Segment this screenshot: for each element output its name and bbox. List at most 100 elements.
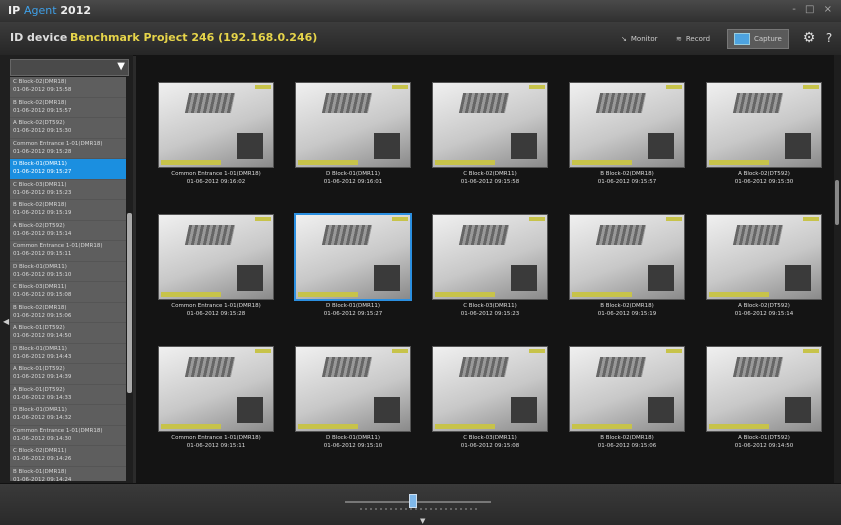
capture-image-shelf (237, 397, 263, 423)
capture-image[interactable] (295, 214, 411, 300)
capture-image[interactable] (569, 346, 685, 432)
capture-time: 01-06-2012 09:14:50 (734, 443, 794, 449)
capture-button[interactable]: Capture (727, 29, 789, 49)
list-item[interactable]: Common Entrance 1-01(DMR18) 01-06-2012 09… (10, 241, 126, 262)
list-item-time: 01-06-2012 09:15:11 (13, 251, 72, 257)
capture-image-lamp (458, 357, 510, 377)
list-item[interactable]: C Block-02(DMR11) 01-06-2012 09:14:26 (10, 446, 126, 467)
capture-caption: Common Entrance 1-01(DMR18) 01-06-2012 09… (158, 170, 274, 186)
capture-image-tag2 (529, 349, 545, 353)
capture-image[interactable] (432, 82, 548, 168)
list-item-name: C Block-03(DMR11) (13, 284, 67, 290)
capture-image[interactable] (432, 214, 548, 300)
grid-scrollbar[interactable] (834, 55, 841, 483)
capture-image[interactable] (295, 346, 411, 432)
list-item[interactable]: D Block-01(DMR11) 01-06-2012 09:14:32 (10, 405, 126, 426)
capture-image[interactable] (432, 346, 548, 432)
list-item[interactable]: C Block-03(DMR11) 01-06-2012 09:15:08 (10, 282, 126, 303)
capture-image-tag (572, 160, 632, 165)
capture-thumbnail[interactable]: A Block-01(DT592) 01-06-2012 09:14:50 (706, 346, 822, 450)
capture-image-lamp (321, 225, 373, 245)
list-scrollbar[interactable] (127, 213, 132, 393)
capture-caption: B Block-02(DMR18) 01-06-2012 09:15:19 (569, 302, 685, 318)
capture-image-lamp (732, 225, 784, 245)
camera-icon (734, 33, 750, 45)
capture-name: A Block-02(DT592) (738, 171, 790, 177)
capture-thumbnail[interactable]: D Block-01(DMR11) 01-06-2012 09:15:27 (295, 214, 411, 318)
capture-thumbnail[interactable]: A Block-02(DT592) 01-06-2012 09:15:30 (706, 82, 822, 186)
capture-time: 01-06-2012 09:15:28 (186, 311, 246, 317)
list-item[interactable]: B Block-02(DMR18) 01-06-2012 09:15:57 (10, 98, 126, 118)
capture-caption: C Block-03(DMR11) 01-06-2012 09:15:08 (432, 434, 548, 450)
list-item[interactable]: A Block-02(DT592) 01-06-2012 09:15:30 (10, 118, 126, 139)
filter-icon[interactable]: ▼ (117, 61, 125, 72)
capture-thumbnail[interactable]: Common Entrance 1-01(DMR18) 01-06-2012 09… (158, 214, 274, 318)
zoom-slider-track[interactable] (345, 501, 491, 503)
list-item[interactable]: Common Entrance 1-01(DMR18) 01-06-2012 09… (10, 139, 126, 159)
zoom-slider-handle[interactable] (409, 494, 417, 508)
capture-time: 01-06-2012 09:15:08 (460, 443, 520, 449)
monitor-button[interactable]: ↘ Monitor (615, 29, 667, 49)
list-item-name: Common Entrance 1-01(DMR18) (13, 427, 103, 434)
list-item-name: B Block-02(DMR18) (13, 202, 67, 208)
capture-image[interactable] (158, 346, 274, 432)
capture-thumbnail[interactable]: C Block-02(DMR11) 01-06-2012 09:15:58 (432, 82, 548, 186)
collapse-left-icon[interactable]: ◀ (3, 317, 9, 326)
capture-name: C Block-02(DMR11) (463, 171, 517, 177)
help-icon[interactable]: ? (822, 29, 836, 47)
list-item[interactable]: A Block-01(DT592) 01-06-2012 09:14:50 (10, 323, 126, 344)
capture-image[interactable] (158, 214, 274, 300)
list-item[interactable]: C Block-02(DMR18) 01-06-2012 09:15:58 (10, 77, 126, 98)
capture-image-lamp (595, 93, 647, 113)
capture-thumbnail[interactable]: D Block-01(DMR11) 01-06-2012 09:15:10 (295, 346, 411, 450)
capture-time: 01-06-2012 09:15:57 (597, 179, 657, 185)
list-item[interactable]: C Block-03(DMR11) 01-06-2012 09:15:23 (10, 180, 126, 200)
capture-time: 01-06-2012 09:15:14 (734, 311, 794, 317)
record-button[interactable]: ≋ Record (670, 29, 724, 49)
filter-bar[interactable]: ▼ (10, 59, 129, 76)
capture-thumbnail[interactable]: C Block-03(DMR11) 01-06-2012 09:15:23 (432, 214, 548, 318)
capture-image-tag (572, 292, 632, 297)
capture-thumbnail[interactable]: Common Entrance 1-01(DMR18) 01-06-2012 09… (158, 82, 274, 186)
list-item-time: 01-06-2012 09:15:08 (13, 292, 72, 298)
capture-list[interactable]: C Block-02(DMR18) 01-06-2012 09:15:58 B Bl… (10, 77, 126, 481)
window-controls[interactable]: - □ × (792, 4, 835, 15)
list-item[interactable]: D Block-01(DMR11) 01-06-2012 09:14:43 (10, 344, 126, 364)
capture-thumbnail[interactable]: B Block-02(DMR18) 01-06-2012 09:15:06 (569, 346, 685, 450)
list-item[interactable]: D Block-01(DMR11) 01-06-2012 09:15:10 (10, 262, 126, 282)
capture-image[interactable] (706, 82, 822, 168)
capture-caption: B Block-02(DMR18) 01-06-2012 09:15:57 (569, 170, 685, 186)
capture-name: B Block-02(DMR18) (600, 171, 654, 177)
capture-image-lamp (184, 357, 236, 377)
list-item[interactable]: B Block-02(DMR18) 01-06-2012 09:15:19 (10, 200, 126, 221)
list-item[interactable]: B Block-01(DMR18) 01-06-2012 09:14:24 (10, 467, 126, 482)
list-item[interactable]: D Block-01(DMR11) 01-06-2012 09:15:27 (10, 159, 126, 180)
list-item[interactable]: Common Entrance 1-01(DMR18) 01-06-2012 09… (10, 426, 126, 446)
capture-name: A Block-02(DT592) (738, 303, 790, 309)
gear-icon[interactable]: ⚙ (800, 29, 818, 47)
capture-thumbnail[interactable]: A Block-02(DT592) 01-06-2012 09:15:14 (706, 214, 822, 318)
list-item[interactable]: A Block-01(DT592) 01-06-2012 09:14:33 (10, 385, 126, 405)
capture-thumbnail[interactable]: B Block-02(DMR18) 01-06-2012 09:15:19 (569, 214, 685, 318)
list-item[interactable]: A Block-01(DT592) 01-06-2012 09:14:39 (10, 364, 126, 385)
capture-thumbnail[interactable]: B Block-02(DMR18) 01-06-2012 09:15:57 (569, 82, 685, 186)
list-item-name: D Block-01(DMR11) (13, 345, 67, 352)
capture-time: 01-06-2012 09:15:19 (597, 311, 657, 317)
list-item[interactable]: A Block-02(DT592) 01-06-2012 09:15:14 (10, 221, 126, 241)
capture-image-lamp (321, 357, 373, 377)
capture-image[interactable] (706, 214, 822, 300)
capture-image[interactable] (295, 82, 411, 168)
list-item[interactable]: B Block-02(DMR18) 01-06-2012 09:15:06 (10, 303, 126, 323)
list-item-time: 01-06-2012 09:15:58 (13, 87, 72, 93)
capture-thumbnail[interactable]: C Block-03(DMR11) 01-06-2012 09:15:08 (432, 346, 548, 450)
capture-thumbnail[interactable]: D Block-01(DMR11) 01-06-2012 09:16:01 (295, 82, 411, 186)
capture-time: 01-06-2012 09:15:58 (460, 179, 520, 185)
capture-thumbnail[interactable]: Common Entrance 1-01(DMR18) 01-06-2012 09… (158, 346, 274, 450)
capture-image[interactable] (569, 214, 685, 300)
capture-image[interactable] (158, 82, 274, 168)
capture-image[interactable] (706, 346, 822, 432)
capture-image[interactable] (569, 82, 685, 168)
grid-scroll-thumb[interactable] (835, 180, 839, 225)
capture-time: 01-06-2012 09:16:02 (186, 179, 246, 185)
list-item-time: 01-06-2012 09:14:30 (13, 435, 72, 442)
